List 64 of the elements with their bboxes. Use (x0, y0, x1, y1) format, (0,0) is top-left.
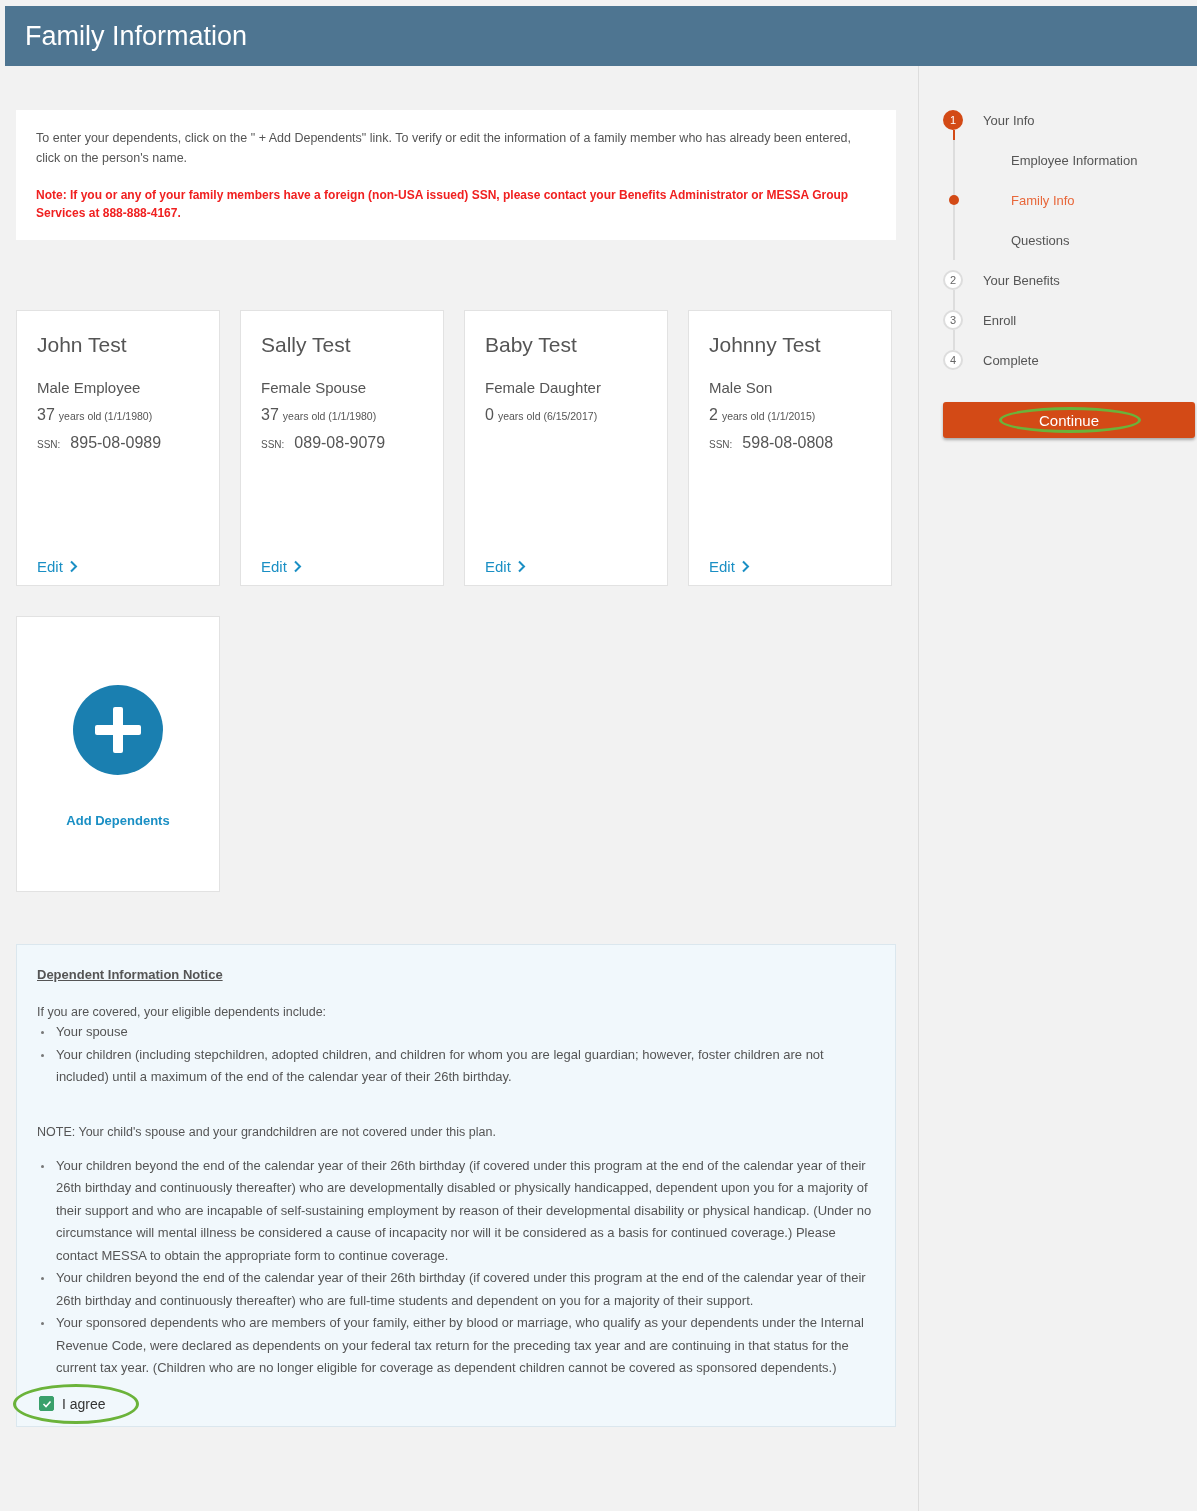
chevron-right-icon (292, 560, 302, 573)
agree-label: I agree (62, 1395, 106, 1412)
step-label[interactable]: Your Info (983, 112, 1035, 128)
notice-text: NOTE: Your child's spouse and your grandchildren are not covered under this plan. (37, 1124, 497, 1139)
chevron-right-icon (740, 560, 750, 573)
notice-list-item: Your children beyond the end of the calendar year of their 26th birthday (if covered under this program at the end of the calendar year of their 26th birthday and continuously thereafter) who are full-time students and dependent on you for a majority of their support. (56, 1269, 867, 1310)
ssn-label: SSN: (37, 439, 61, 450)
member-age: 37 (37, 406, 55, 424)
ssn-value: 089-08-9079 (294, 434, 386, 452)
add-icon[interactable] (73, 685, 163, 775)
step-number: 2 (943, 270, 963, 290)
member-role: Female Daughter (485, 379, 602, 396)
checkmark-icon (41, 1398, 52, 1409)
bullet-icon (41, 1322, 44, 1325)
edit-link[interactable]: Edit (485, 558, 526, 575)
add-dependents-link[interactable]: Add Dependents (66, 813, 170, 828)
notice-list-item: Your children beyond the end of the calendar year of their 26th birthday (if covered under this program at the end of the calendar year of their 26th birthday and continuously thereafter) who are developmentally disabled or physically handicapped, dependent upon you for a majority of their support and who are incapable of self-sustaining employment by reason of their developmental disability or physical handicap. (Under no circumstance will mental illness be considered a cause of incapacity nor will it be considered as a basis for continued coverage.) Please contact MESSA to obtain the appropriate form to continue coverage. (56, 1156, 873, 1265)
notice-title: Dependent Information Notice (37, 967, 223, 982)
warning-note: Note: If you or any of your family members have a foreign (non-USA issued) SSN, please contact your Benefits Administrator or MESSA Group Services at 888-888-4167. (36, 187, 850, 222)
intro-text: To enter your dependents, click on the " + Add Dependents" link. To verify or edit the information of a family member who has already been entered, click on the person's name. (36, 130, 852, 167)
bullet-icon (41, 1053, 44, 1057)
ssn-value: 598-08-0808 (742, 434, 834, 452)
step-label[interactable]: Your Benefits (983, 272, 1060, 288)
bullet-icon (41, 1277, 44, 1280)
ssn-value: 895-08-0989 (70, 434, 162, 452)
notice-list-item: Your sponsored dependents who are members of your family, either by blood or marriage, who qualify as your dependents under the Internal Revenue Code, were declared as dependents on your federal tax return for the preceding tax year and are continuing in that status for the current tax year. (Children who are no longer eligible for coverage as dependent children cannot be covered as sponsored dependents.) (56, 1314, 865, 1377)
notice-text: If you are covered, your eligible dependents include: (37, 1005, 328, 1019)
member-name[interactable]: Johnny Test (709, 333, 871, 357)
edit-link[interactable]: Edit (709, 558, 750, 575)
edit-link[interactable]: Edit (261, 558, 302, 575)
current-step-dot (949, 195, 959, 205)
member-birthdate: years old (1/1/1980) (58, 410, 153, 422)
substep-label[interactable]: Questions (1011, 232, 1070, 248)
ssn-label: SSN: (709, 439, 733, 450)
step-label[interactable]: Complete (983, 352, 1039, 368)
step-number: 4 (943, 350, 963, 370)
substep-label[interactable]: Employee Information (1011, 152, 1138, 168)
continue-button[interactable]: Continue (943, 402, 1195, 438)
chevron-right-icon (68, 560, 78, 573)
member-role: Male Employee (37, 379, 142, 396)
step-label[interactable]: Enroll (983, 312, 1017, 328)
member-birthdate: years old (1/1/2015) (721, 410, 816, 422)
member-role: Male Son (709, 379, 774, 396)
notice-list-item: Your spouse (56, 1023, 129, 1041)
member-age: 37 (261, 406, 279, 424)
bullet-icon (41, 1164, 44, 1168)
member-birthdate: years old (1/1/1980) (282, 410, 377, 422)
member-age: 0 (485, 406, 494, 424)
bullet-icon (41, 1031, 44, 1034)
chevron-right-icon (516, 560, 526, 573)
step-number: 1 (943, 110, 963, 130)
notice-list-item: Your children (including stepchildren, adopted children, and children for whom you are legal guardian; however, foster children are not included) until a maximum of the end of the calendar year of their 26th birthday. (56, 1045, 825, 1086)
member-age: 2 (709, 406, 718, 424)
member-role: Female Spouse (261, 379, 368, 396)
member-name[interactable]: John Test (37, 333, 199, 357)
edit-link[interactable]: Edit (37, 558, 78, 575)
member-name[interactable]: Sally Test (261, 333, 423, 357)
member-birthdate: years old (6/15/2017) (497, 410, 598, 422)
member-name[interactable]: Baby Test (485, 333, 647, 357)
add-dependents-card[interactable]: Add Dependents (16, 616, 220, 892)
ssn-label: SSN: (261, 439, 285, 450)
page-title: Family Information (25, 20, 248, 52)
agree-checkbox[interactable] (39, 1396, 54, 1411)
step-number: 3 (943, 310, 963, 330)
